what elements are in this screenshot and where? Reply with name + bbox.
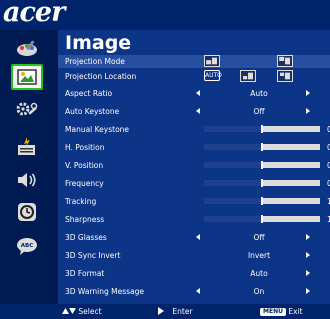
language-icon: ABC [17,238,37,255]
osd-screen: acer ABC Image Projection Mode Projectio… [0,0,330,319]
projection-ceiling-icon[interactable] [277,55,293,67]
select-hint: Select [62,304,102,319]
svg-text:ABC: ABC [21,243,34,249]
menu-item-value: Invert [247,251,271,260]
menu-item-sharpness[interactable]: Sharpness 16 [65,213,330,226]
manual-keystone-slider[interactable] [204,125,320,133]
menu-item-v-position[interactable]: V. Position 0 [65,159,330,172]
projection-front-icon[interactable] [204,55,220,67]
menu-item-aspect-ratio[interactable]: Aspect Ratio Auto [65,87,330,100]
arrow-left-icon[interactable] [196,288,200,294]
menu-item-value: Auto [250,269,268,278]
top-bar: acer [0,0,330,30]
audio-icon [18,173,36,187]
exit-hint: MENU Exit [260,304,303,319]
category-timer[interactable] [11,199,43,225]
arrow-right-icon[interactable] [306,234,310,240]
category-color[interactable] [11,36,43,62]
arrow-right-icon[interactable] [306,90,310,96]
menu-item-3d-sync-invert[interactable]: 3D Sync Invert Invert [65,249,330,262]
menu-item-label: H. Position [65,143,105,152]
menu-item-label: 3D Warning Message [65,287,145,296]
menu-item-label: Aspect Ratio [65,89,113,98]
category-sidebar: ABC [0,30,58,304]
menu-item-3d-warning-message[interactable]: 3D Warning Message On [65,285,330,298]
right-arrow-icon [158,307,164,315]
menu-item-value: Off [253,233,265,242]
menu-item-h-position[interactable]: H. Position 0 [65,141,330,154]
menu-item-label: Projection Mode [65,57,125,66]
menu-item-label: Tracking [65,197,97,206]
arrow-right-icon[interactable] [306,252,310,258]
menu-item-label: Projection Location [65,72,137,81]
menu-item-3d-glasses[interactable]: 3D Glasses Off [65,231,330,244]
menu-item-projection-mode[interactable]: Projection Mode [58,55,330,68]
menu-item-label: 3D Sync Invert [65,251,121,260]
enter-hint-label: Enter [172,307,193,316]
menu-item-label: Auto Keystone [65,107,120,116]
category-language[interactable]: ABC [11,233,43,259]
menu-item-label: Sharpness [65,215,105,224]
menu-key-badge: MENU [260,308,286,316]
menu-title: Image [65,32,132,54]
menu-item-label: 3D Glasses [65,233,107,242]
menu-item-label: V. Position [65,161,104,170]
color-icon [17,40,37,56]
arrow-right-icon[interactable] [306,288,310,294]
menu-item-tracking[interactable]: Tracking 16 [65,195,330,208]
category-image[interactable] [11,64,43,90]
menu-item-3d-format[interactable]: 3D Format Auto [65,267,330,280]
timer-icon [18,203,36,221]
select-hint-label: Select [78,307,102,316]
footer-hint-bar: Select Enter MENU Exit [0,304,330,319]
arrow-left-icon[interactable] [196,108,200,114]
menu-item-manual-keystone[interactable]: Manual Keystone 0 [65,123,330,136]
arrow-left-icon[interactable] [196,90,200,96]
tracking-slider[interactable] [204,197,320,205]
v-position-slider[interactable] [204,161,320,169]
location-ceiling-icon[interactable] [277,70,293,82]
enter-hint: Enter [158,304,193,319]
arrow-right-icon[interactable] [306,270,310,276]
menu-item-value: On [253,287,265,296]
arrow-right-icon[interactable] [306,108,310,114]
management-icon [18,137,35,155]
menu-item-value: Auto [250,89,268,98]
brand-logo: acer [3,0,65,28]
menu-item-label: Manual Keystone [65,125,130,134]
menu-item-projection-location[interactable]: Projection Location AUTO [65,70,330,83]
category-management[interactable] [11,134,43,160]
arrow-left-icon[interactable] [196,234,200,240]
frequency-slider[interactable] [204,179,320,187]
image-icon [17,69,37,85]
h-position-slider[interactable] [204,143,320,151]
category-audio[interactable] [11,167,43,193]
exit-hint-label: Exit [288,307,303,316]
settings-icon [16,102,38,116]
category-settings[interactable] [11,97,43,123]
menu-item-label: Frequency [65,179,104,188]
location-auto-option[interactable]: AUTO [204,70,222,81]
menu-item-frequency[interactable]: Frequency 0 [65,177,330,190]
sharpness-slider[interactable] [204,215,320,223]
menu-item-label: 3D Format [65,269,105,278]
location-desktop-icon[interactable] [240,70,256,82]
image-menu-panel: Image Projection Mode Projection Locatio… [58,30,330,304]
menu-item-value: Off [253,107,265,116]
menu-item-auto-keystone[interactable]: Auto Keystone Off [65,105,330,118]
up-down-arrows-icon [62,308,76,314]
